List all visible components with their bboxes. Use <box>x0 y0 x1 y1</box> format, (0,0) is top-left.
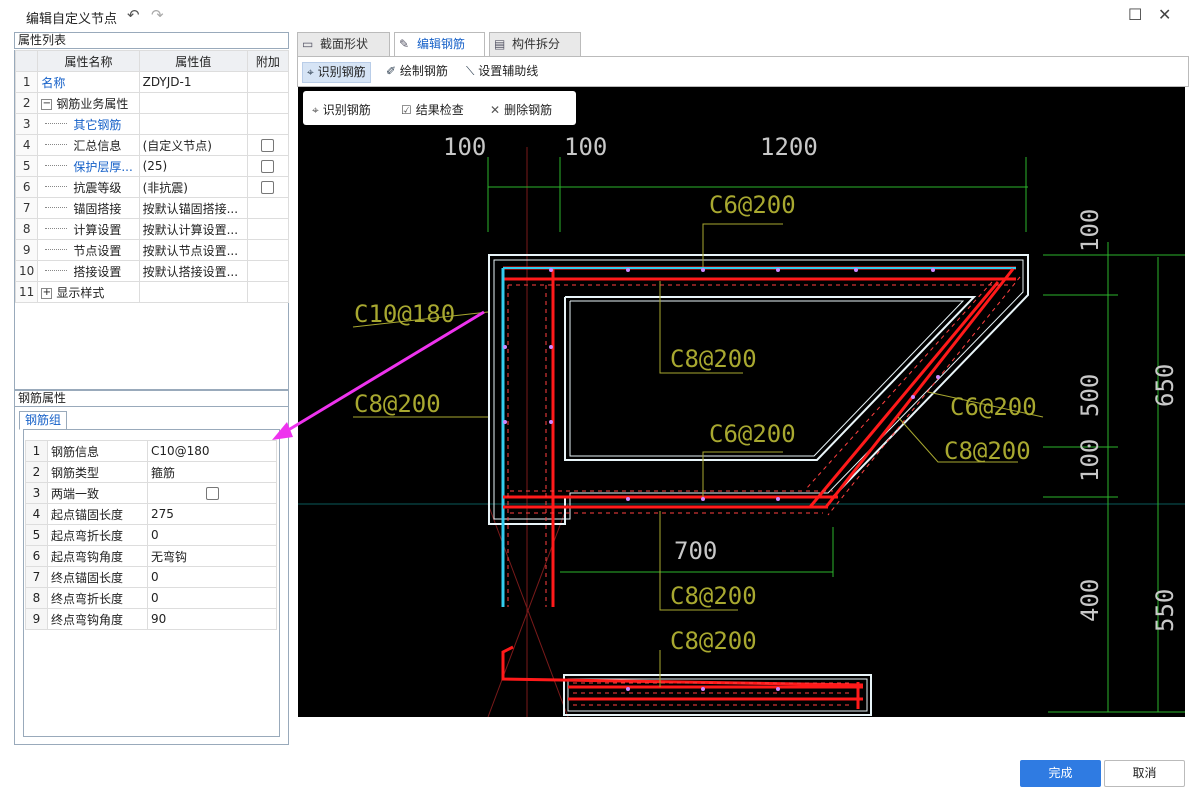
confirm-button[interactable]: 完成 <box>1020 760 1101 787</box>
annotation-arrow <box>272 310 485 440</box>
cancel-button[interactable]: 取消 <box>1104 760 1185 787</box>
